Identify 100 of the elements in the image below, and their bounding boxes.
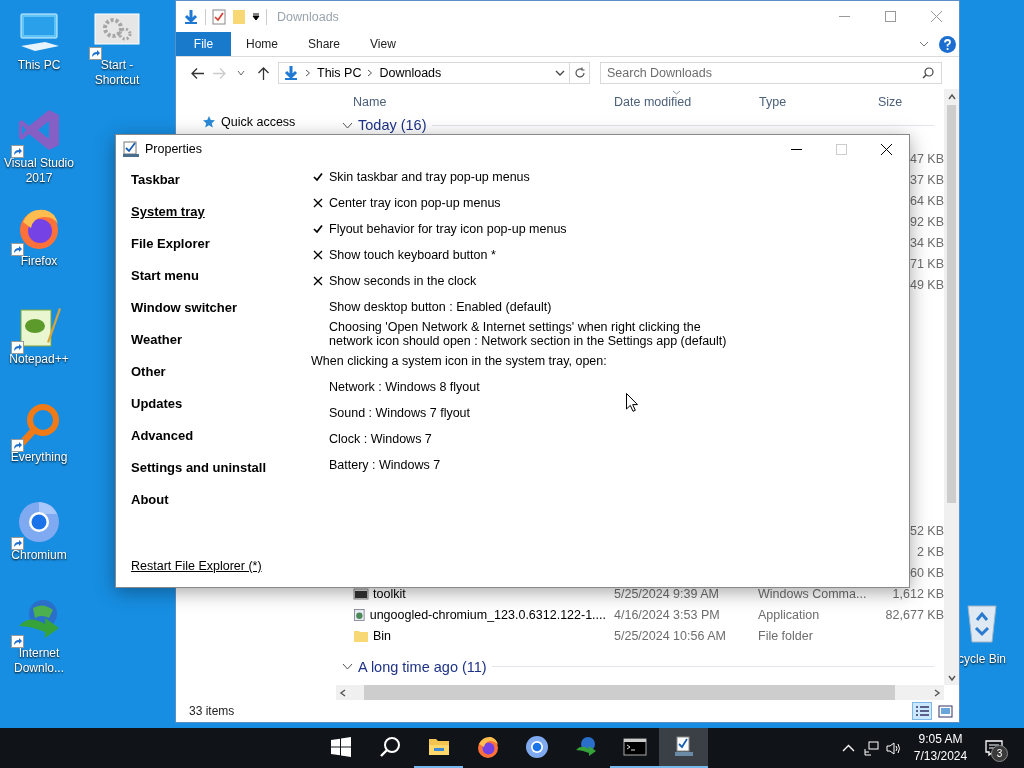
breadcrumb[interactable]: Downloads: [379, 66, 442, 80]
size-cell-text: 52 KB: [908, 523, 944, 538]
refresh-button[interactable]: [570, 62, 590, 84]
group-header[interactable]: Today (16): [358, 117, 427, 133]
dropdown-icon[interactable]: [555, 69, 565, 77]
firefox-icon: [475, 735, 500, 759]
size-cell-text: 64 KB: [908, 193, 944, 208]
date-cell-text: 4/16/2024 3:53 PM: [613, 607, 721, 622]
chevron-icon[interactable]: [919, 40, 929, 48]
setting-option[interactable]: Battery : Windows 7: [329, 458, 441, 472]
type-cell-text: File folder: [757, 628, 814, 643]
details-view-icon: [914, 704, 930, 718]
cross-icon[interactable]: [313, 250, 323, 260]
star-icon: [202, 115, 216, 129]
sidebar-item[interactable]: Weather: [131, 324, 183, 356]
network-icon[interactable]: [863, 740, 879, 756]
taskbar-button[interactable]: [659, 728, 708, 768]
size-cell-text: 49 KB: [908, 277, 944, 292]
setting-option[interactable]: Show touch keyboard button *: [329, 248, 496, 262]
type-cell-text: Application: [757, 607, 821, 622]
notifications-button[interactable]: 3: [976, 728, 1012, 768]
size-cell-text: 34 KB: [908, 235, 944, 250]
speaker-icon[interactable]: [886, 740, 901, 756]
sidebar-item[interactable]: Start menu: [131, 260, 199, 292]
checkbox-app-icon: [123, 141, 139, 157]
maximize-icon[interactable]: [884, 11, 896, 22]
chevron-down-icon[interactable]: [237, 69, 245, 77]
sidebar-item[interactable]: File Explorer: [131, 228, 210, 260]
setting-option[interactable]: Show desktop button : Enabled (default): [329, 300, 552, 314]
sidebar-item[interactable]: Taskbar: [131, 164, 180, 196]
properties-icon[interactable]: [212, 8, 226, 25]
file-name[interactable]: ungoogled-chromium_123.0.6312.122-1....: [369, 607, 606, 622]
ribbon-tab[interactable]: Home: [231, 32, 293, 56]
icon-label[interactable]: Start - Shortcut: [82, 58, 152, 88]
sidebar-item[interactable]: Updates: [131, 388, 183, 420]
scroll-right-icon[interactable]: [933, 688, 941, 697]
window-title: Properties: [145, 142, 202, 156]
group-header[interactable]: A long time ago (11): [358, 658, 487, 675]
scroll-down-icon[interactable]: [947, 674, 956, 682]
chromium-icon: [524, 735, 549, 759]
breadcrumb[interactable]: This PC: [317, 66, 362, 80]
size-cell-text: 82,677 KB: [884, 607, 944, 622]
ribbon-tab[interactable]: Share: [293, 32, 356, 56]
chevron-down-icon[interactable]: [342, 663, 353, 670]
cross-icon[interactable]: [313, 276, 323, 286]
setting-option[interactable]: Show seconds in the clock: [329, 274, 477, 288]
large-icons-view-icon: [937, 704, 953, 718]
caret-icon[interactable]: [252, 12, 260, 21]
cross-icon[interactable]: [313, 198, 323, 208]
application-icon: [353, 606, 366, 623]
type-cell-text: Windows Comma...: [757, 586, 868, 601]
sidebar-item[interactable]: Window switcher: [131, 292, 238, 324]
sidebar-item[interactable]: Settings and uninstall: [131, 452, 267, 484]
setting-option[interactable]: Flyout behavior for tray icon pop-up menus: [329, 222, 567, 236]
large-icons-view-button[interactable]: [935, 702, 955, 720]
details-view-button[interactable]: [912, 702, 932, 720]
scroll-up-icon[interactable]: [947, 93, 956, 101]
setting-option[interactable]: Center tray icon pop-up menus: [329, 196, 501, 210]
horizontal-scrollbar[interactable]: [336, 685, 944, 700]
column-header[interactable]: Size: [871, 89, 944, 115]
chevron-down-icon[interactable]: [342, 121, 353, 129]
size-cell-text: 1,612 KB: [891, 586, 944, 601]
ribbon-tab[interactable]: View: [355, 32, 411, 56]
sidebar-item[interactable]: System tray: [131, 196, 205, 228]
chevron-right-icon: [305, 69, 311, 77]
scroll-left-icon[interactable]: [339, 688, 347, 697]
help-icon[interactable]: [939, 35, 956, 53]
clock[interactable]: 9:05 AM 7/13/2024: [905, 728, 976, 768]
sidebar-item[interactable]: About: [131, 484, 169, 516]
check-icon[interactable]: [313, 172, 323, 182]
check-icon[interactable]: [313, 224, 323, 234]
search-field[interactable]: Search Downloads: [600, 62, 942, 84]
cursor-icon: [626, 393, 638, 412]
sidebar-item[interactable]: Other: [131, 356, 166, 388]
sidebar-item[interactable]: Advanced: [131, 420, 194, 452]
column-header[interactable]: Name: [336, 89, 606, 115]
setting-option[interactable]: Skin taskbar and tray pop-up menus: [329, 170, 530, 184]
setting-option[interactable]: Choosing 'Open Network & Internet settings' when right clicking the network icon should open : Network section in the Settings app (default): [329, 320, 729, 348]
size-cell-text: 47 KB: [908, 151, 944, 166]
download-arrow-icon[interactable]: [183, 8, 199, 25]
setting-option[interactable]: Clock : Windows 7: [329, 432, 432, 446]
nav-item[interactable]: Quick access: [221, 115, 296, 129]
size-cell-text: 60 KB: [908, 565, 944, 580]
size-cell-text: 37 KB: [908, 172, 944, 187]
section-label: When clicking a system icon in the system tray, open:: [311, 354, 607, 368]
globe-icon: [573, 735, 598, 759]
file-name[interactable]: toolkit: [373, 586, 406, 601]
notification-icon: [984, 738, 1004, 758]
file-menu-tab[interactable]: File: [176, 32, 231, 56]
size-cell-text: 71 KB: [908, 256, 944, 271]
vertical-scrollbar[interactable]: [944, 89, 959, 685]
column-header[interactable]: Type: [751, 89, 871, 115]
setting-option[interactable]: Network : Windows 8 flyout: [329, 380, 480, 394]
address-bar[interactable]: This PC Downloads: [278, 62, 570, 84]
file-name[interactable]: Bin: [373, 628, 392, 643]
column-header[interactable]: Date modified: [606, 89, 751, 115]
item-count: 33 items: [189, 704, 235, 718]
close-icon[interactable]: [881, 143, 892, 155]
restart-link[interactable]: Restart File Explorer (*): [131, 559, 262, 573]
setting-option[interactable]: Sound : Windows 7 flyout: [329, 406, 471, 420]
